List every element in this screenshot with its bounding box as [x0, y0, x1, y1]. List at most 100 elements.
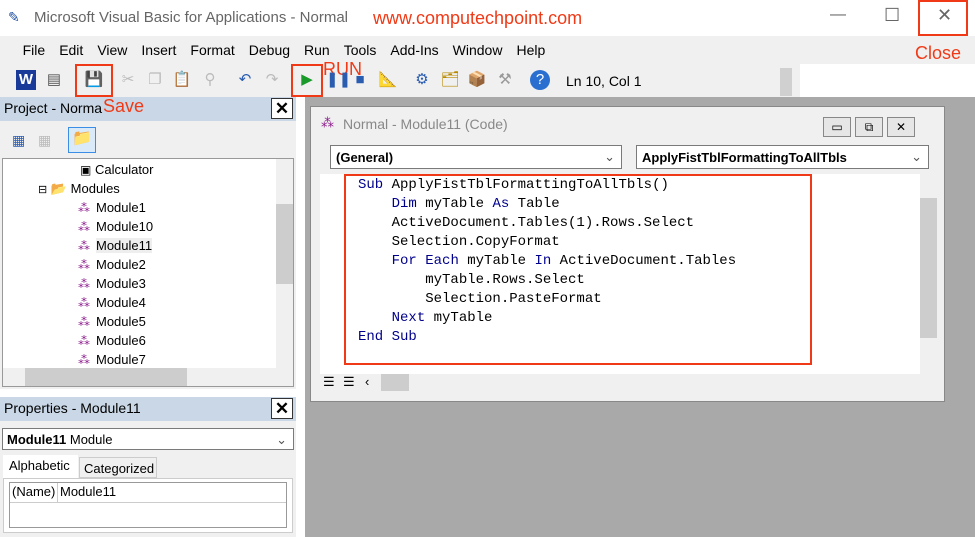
maximize-button[interactable]: ☐ [884, 5, 900, 26]
menu-bar: File Edit View Insert Format Debug Run Tools Add… [0, 36, 975, 64]
code-close-button[interactable]: ✕ [887, 117, 915, 137]
tree-item-modules[interactable]: ⊟ 📂 Modules [38, 179, 120, 198]
vertical-scrollbar[interactable] [276, 159, 293, 369]
redo-icon[interactable]: ↷ [262, 70, 282, 90]
menu-add-ins[interactable]: Add-Ins [383, 36, 445, 58]
code-restore-button[interactable]: ⧉ [855, 117, 883, 137]
tree-label: Module2 [96, 257, 146, 272]
vba-app-icon: ✎ [8, 9, 20, 25]
tree-label: Module10 [96, 219, 154, 234]
project-tree: ▣ Calculator ⊟ 📂 Modules ⁂ Module1 ⁂ Modul… [2, 158, 294, 387]
minimize-button[interactable]: — [830, 6, 846, 24]
tree-label: Module11 [96, 238, 153, 253]
full-module-view-icon[interactable]: ☰ [343, 374, 355, 390]
toggle-folders-icon[interactable]: 📁 [68, 127, 96, 153]
procedure-view-icon[interactable]: ☰ [323, 374, 335, 390]
tree-item-module7[interactable]: ⁂ Module7 [78, 350, 146, 369]
properties-window-icon[interactable]: 🗂 [440, 70, 460, 90]
toolbar-options[interactable] [780, 68, 792, 96]
tree-label: Module4 [96, 295, 146, 310]
tree-item-module6[interactable]: ⁂ Module6 [78, 331, 146, 350]
object-dropdown-value: (General) [336, 150, 394, 165]
view-object-icon[interactable]: ▦ [38, 132, 51, 149]
reset-icon[interactable]: ■ [350, 70, 370, 90]
tree-label: Module3 [96, 276, 146, 291]
module-icon: ⁂ [78, 220, 90, 234]
undo-icon[interactable]: ↶ [235, 70, 255, 90]
tab-alphabetic[interactable]: Alphabetic [3, 455, 78, 478]
title-bar: ✎ Microsoft Visual Basic for Application… [0, 0, 975, 63]
save-highlight [75, 64, 113, 97]
tree-item-module2[interactable]: ⁂ Module2 [78, 255, 146, 274]
menu-debug[interactable]: Debug [242, 36, 297, 58]
insert-userform-icon[interactable]: ▤ [44, 70, 64, 90]
tree-label: Modules [70, 181, 120, 196]
procedure-dropdown[interactable]: ApplyFistTblFormattingToAllTbls ⌄ [636, 145, 929, 169]
tree-item-calculator[interactable]: ▣ Calculator [80, 160, 154, 179]
code-horizontal-scrollbar[interactable]: ☰ ☰ ‹ [321, 373, 921, 393]
menu-window[interactable]: Window [446, 36, 510, 58]
standard-toolbar: W ▤ 💾 ✂ ❐ 📋 ⚲ ↶ ↷ ▶ RUN ❚❚ ■ 📐 ⚙ 🗂 📦 ⚒ ?… [0, 59, 800, 97]
project-close-button[interactable]: ✕ [271, 98, 293, 119]
tree-item-module5[interactable]: ⁂ Module5 [78, 312, 146, 331]
properties-window: Properties - Module11 ✕ Module11 Module ⌄… [0, 397, 296, 537]
menu-insert[interactable]: Insert [134, 36, 183, 58]
project-title: Project - Norma [4, 100, 103, 116]
annotation-save: Save [103, 96, 145, 116]
menu-format[interactable]: Format [183, 36, 241, 58]
tree-label: Module6 [96, 333, 146, 348]
project-header: Project - Norma ✕ [0, 97, 296, 121]
object-dropdown[interactable]: (General) ⌄ [330, 145, 622, 169]
project-explorer: Project - Norma ✕ Save ▦ ▦ 📁 ▣ Calculato… [0, 96, 296, 389]
chevron-down-icon: ⌄ [911, 149, 922, 164]
toolbox-icon[interactable]: ⚒ [495, 70, 515, 90]
break-icon[interactable]: ❚❚ [326, 70, 351, 90]
object-browser-icon[interactable]: 📦 [467, 70, 487, 90]
help-icon[interactable]: ? [530, 70, 550, 90]
view-word-icon[interactable]: W [16, 70, 36, 90]
paste-icon[interactable]: 📋 [172, 70, 192, 90]
horizontal-scrollbar[interactable] [3, 368, 293, 386]
tree-label: Module5 [96, 314, 146, 329]
menu-help[interactable]: Help [509, 36, 552, 58]
copy-icon[interactable]: ❐ [145, 70, 165, 90]
project-explorer-icon[interactable]: ⚙ [412, 70, 432, 90]
scroll-left-icon[interactable]: ‹ [365, 374, 369, 389]
properties-header: Properties - Module11 ✕ [0, 397, 296, 421]
chevron-down-icon: ⌄ [276, 432, 287, 447]
chevron-down-icon: ⌄ [604, 149, 615, 164]
tree-item-module4[interactable]: ⁂ Module4 [78, 293, 146, 312]
tab-categorized[interactable]: Categorized [79, 457, 157, 478]
cursor-position: Ln 10, Col 1 [566, 73, 642, 89]
module-icon: ⁂ [78, 239, 90, 253]
tree-item-module10[interactable]: ⁂ Module10 [78, 217, 153, 236]
cut-icon[interactable]: ✂ [118, 70, 138, 90]
code-minimize-button[interactable]: ▭ [823, 117, 851, 137]
properties-grid: (Name) Module11 [3, 478, 293, 533]
tree-item-module11[interactable]: ⁂ Module11 [78, 236, 153, 255]
menu-edit[interactable]: Edit [52, 36, 90, 58]
tree-item-module3[interactable]: ⁂ Module3 [78, 274, 146, 293]
module-icon: ⁂ [78, 315, 90, 329]
view-code-icon[interactable]: ▦ [12, 132, 25, 149]
menu-view[interactable]: View [90, 36, 134, 58]
menu-tools[interactable]: Tools [337, 36, 384, 58]
object-type: Module [69, 432, 113, 447]
code-vertical-scrollbar[interactable] [920, 174, 937, 374]
properties-close-button[interactable]: ✕ [271, 398, 293, 419]
tree-item-module1[interactable]: ⁂ Module1 [78, 198, 146, 217]
menu-file[interactable]: File [16, 36, 53, 58]
tree-label: Module7 [96, 352, 146, 367]
code-highlight [344, 174, 812, 365]
properties-title: Properties - Module11 [4, 400, 141, 416]
object-dropdown[interactable]: Module11 Module ⌄ [2, 428, 294, 450]
folder-icon: 📂 [50, 181, 68, 196]
find-icon[interactable]: ⚲ [200, 70, 220, 90]
window-title: Microsoft Visual Basic for Applications … [34, 9, 349, 26]
design-mode-icon[interactable]: 📐 [378, 70, 398, 90]
properties-row[interactable]: (Name) Module11 [9, 482, 287, 528]
property-value[interactable]: Module11 [58, 483, 116, 502]
menu-run[interactable]: Run [297, 36, 337, 58]
annotation-close: Close [915, 43, 962, 63]
procedure-dropdown-value: ApplyFistTblFormattingToAllTbls [642, 150, 847, 165]
